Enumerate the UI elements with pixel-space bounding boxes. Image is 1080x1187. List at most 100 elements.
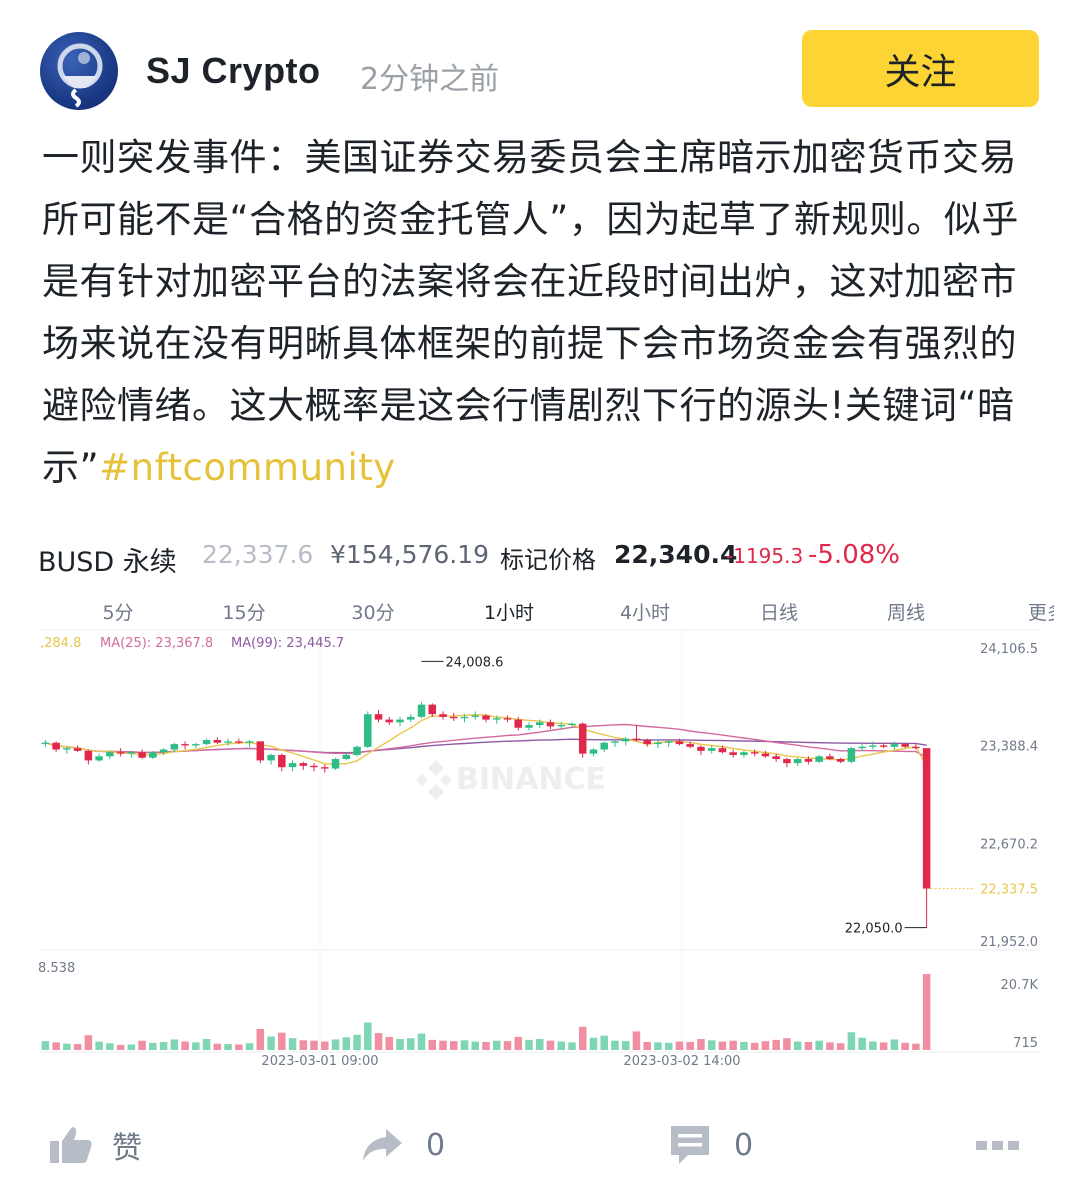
- candle: [729, 749, 737, 758]
- volume-bar: [675, 1041, 684, 1050]
- candle-body: [568, 723, 576, 726]
- candle: [385, 716, 394, 726]
- volume-bar: [858, 1037, 866, 1050]
- candle: [783, 757, 791, 768]
- tab-15m[interactable]: 15分: [222, 598, 265, 625]
- candle: [256, 741, 265, 764]
- candle-body: [783, 759, 791, 764]
- candle-body: [41, 742, 50, 745]
- candle-body: [310, 765, 318, 768]
- candle: [396, 716, 404, 727]
- volume-bar: [804, 1041, 813, 1050]
- author-name[interactable]: SJ Crypto: [146, 50, 321, 92]
- volume-bar: [503, 1041, 512, 1050]
- candle-body: [256, 741, 265, 761]
- volume-bar: [525, 1039, 533, 1050]
- post-header: SJ Crypto 2分钟之前 关注: [0, 0, 1080, 120]
- volume-bar: [385, 1036, 394, 1050]
- candle: [525, 722, 533, 731]
- volume-bar: [428, 1039, 437, 1050]
- candle-body: [170, 744, 179, 750]
- candle-body: [106, 752, 114, 757]
- volume-bar: [310, 1040, 318, 1050]
- volume-bar: [718, 1041, 727, 1050]
- tab-1h[interactable]: 1小时: [484, 598, 534, 625]
- volume-bar: [407, 1038, 415, 1050]
- volume-bar: [170, 1039, 179, 1050]
- volume-bar: [353, 1034, 361, 1050]
- candle-body: [621, 738, 630, 742]
- volume-bar: [374, 1033, 383, 1050]
- candle-body: [149, 752, 157, 758]
- candle: [471, 711, 480, 720]
- mark-price: 22,340.4: [614, 540, 738, 569]
- candle-body: [772, 756, 780, 760]
- candle-body: [836, 759, 845, 762]
- price-change: -1195.3: [726, 544, 804, 568]
- tab-more[interactable]: 更多: [1028, 598, 1054, 625]
- candle: [267, 753, 275, 765]
- volume-bar: [127, 1044, 136, 1050]
- kline-chart-svg[interactable]: ,284.8 MA(25): 23,367.8 MA(99): 23,445.7…: [0, 628, 1080, 1078]
- candle-body: [428, 704, 437, 715]
- ma99-label: MA(99): 23,445.7: [231, 636, 344, 651]
- tab-30m[interactable]: 30分: [351, 598, 394, 625]
- candle: [503, 715, 512, 723]
- candle: [922, 748, 931, 928]
- candle: [321, 764, 329, 773]
- post-actions: 赞 0 0: [0, 1110, 1080, 1187]
- volume-bar: [568, 1042, 576, 1050]
- price-change-percent: -5.08%: [808, 540, 900, 570]
- candle-body: [267, 754, 275, 761]
- volume-bar: [192, 1042, 200, 1050]
- candle: [84, 749, 93, 765]
- more-options-button[interactable]: [975, 1110, 1021, 1180]
- volume-bar: [213, 1043, 222, 1050]
- candle: [202, 738, 211, 746]
- volume-bar: [299, 1040, 308, 1050]
- kline-chart[interactable]: ,284.8 MA(25): 23,367.8 MA(99): 23,445.7…: [0, 628, 1080, 1078]
- volume-bar: [41, 1041, 50, 1050]
- candle: [417, 701, 426, 719]
- volume-bar: [707, 1040, 716, 1050]
- candle-body: [213, 740, 222, 743]
- cny-price: ¥154,576.19: [330, 540, 490, 569]
- volume-bar: [514, 1036, 523, 1050]
- tab-4h[interactable]: 4小时: [620, 598, 670, 625]
- volume-bar: [611, 1040, 619, 1050]
- candle-body: [793, 759, 802, 764]
- volume-bar: [106, 1043, 114, 1050]
- candle-body: [600, 742, 608, 750]
- volume-bar: [288, 1038, 297, 1050]
- volume-bar: [95, 1041, 103, 1050]
- candle-body: [632, 738, 641, 741]
- high-price-label: 24,008.6: [446, 655, 504, 670]
- volume-bar: [793, 1041, 802, 1050]
- ticker-bar: BUSD 永续 22,337.6 ¥154,576.19 标记价格 22,340…: [0, 530, 1080, 580]
- share-button[interactable]: 0: [360, 1110, 445, 1180]
- tab-1d[interactable]: 日线: [760, 598, 798, 625]
- candle-body: [654, 742, 662, 745]
- volume-bar: [52, 1042, 60, 1050]
- volume-bar: [783, 1038, 791, 1050]
- candle-body: [202, 740, 211, 745]
- trading-pair[interactable]: BUSD 永续: [38, 540, 177, 579]
- volume-bar: [621, 1041, 630, 1050]
- interval-tabs: 5分 15分 30分 1小时 4小时 日线 周线 更多: [0, 598, 1080, 628]
- hashtag-link[interactable]: #nftcommunity: [99, 446, 395, 489]
- tab-1w[interactable]: 周线: [887, 598, 925, 625]
- follow-button[interactable]: 关注: [802, 30, 1039, 107]
- comment-button[interactable]: 0: [668, 1110, 753, 1180]
- volume-bar: [836, 1043, 845, 1050]
- candle: [52, 741, 60, 753]
- ma7-label: ,284.8: [40, 636, 81, 651]
- candle: [213, 737, 222, 745]
- tab-5m[interactable]: 5分: [102, 598, 133, 625]
- volume-bar: [471, 1041, 480, 1050]
- avatar[interactable]: [40, 32, 118, 110]
- last-price: 22,337.6: [202, 540, 314, 569]
- candle: [836, 757, 845, 764]
- candle-body: [95, 756, 103, 761]
- candle-body: [922, 748, 931, 889]
- like-button[interactable]: 赞: [48, 1110, 142, 1180]
